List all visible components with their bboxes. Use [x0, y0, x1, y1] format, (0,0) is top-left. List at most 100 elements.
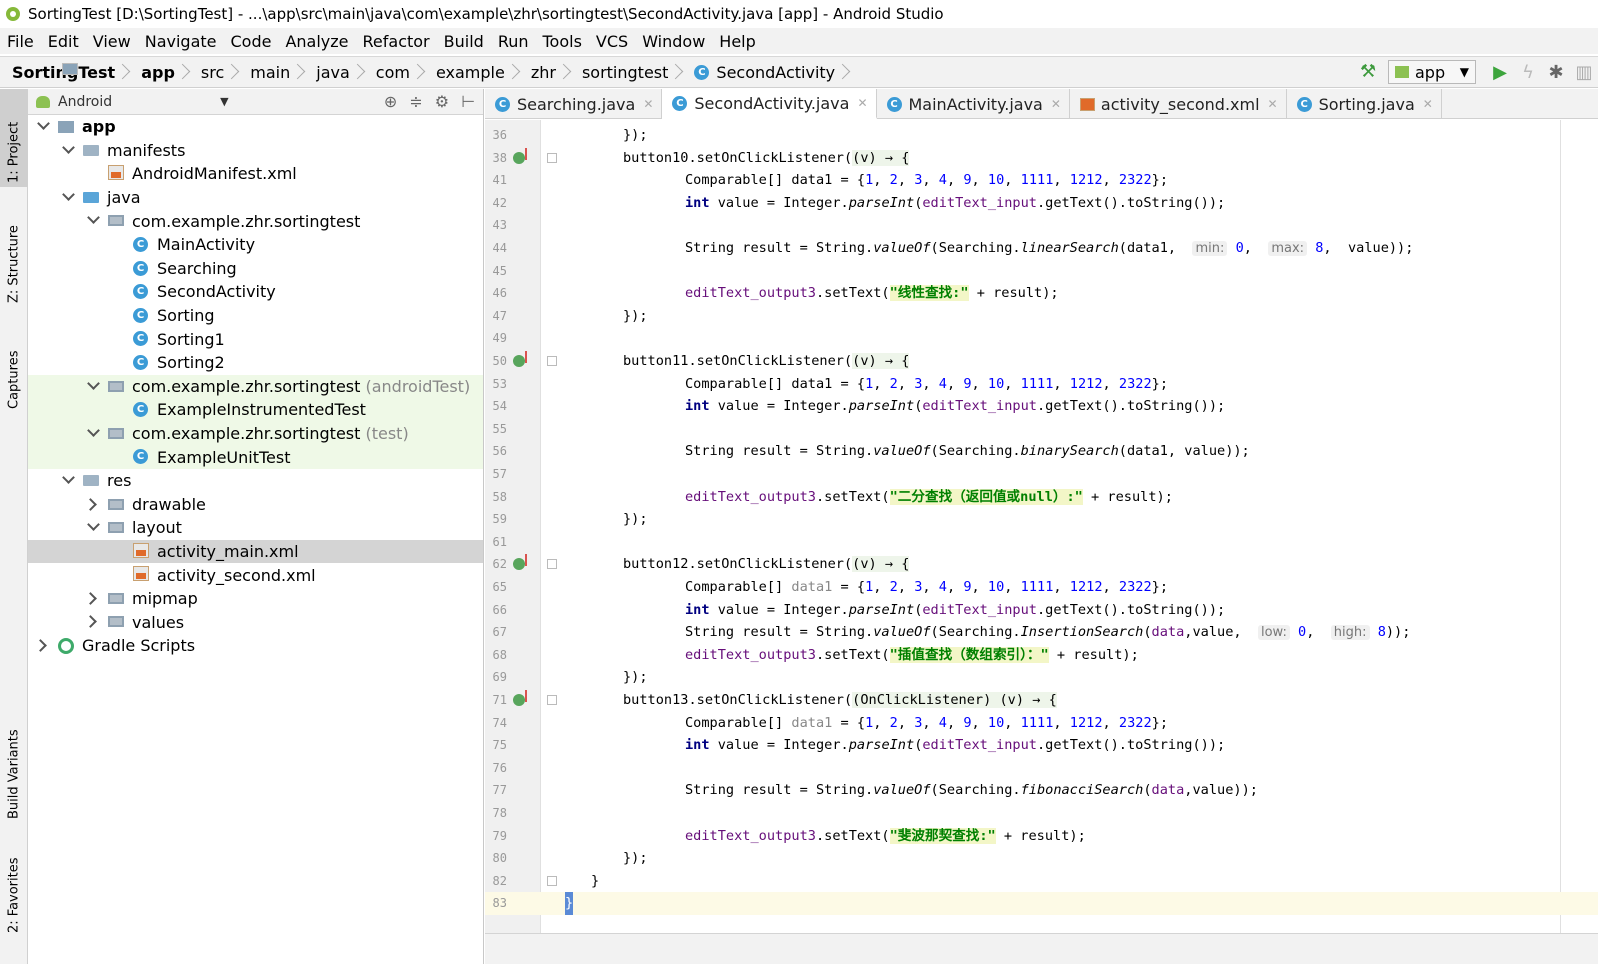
- menu-run[interactable]: Run: [491, 32, 536, 51]
- tree-item-androidmanifest-file[interactable]: AndroidManifest.xml: [28, 162, 483, 186]
- tab-searching-java[interactable]: C Searching.java ✕: [485, 89, 663, 119]
- tree-item-class-sorting2[interactable]: C Sorting2: [28, 351, 483, 375]
- breadcrumb-zhr[interactable]: zhr: [62, 57, 578, 87]
- code-line[interactable]: 47});: [485, 305, 1598, 328]
- close-icon[interactable]: ✕: [857, 96, 867, 110]
- close-icon[interactable]: ✕: [1423, 97, 1433, 111]
- build-hammer-icon[interactable]: ⚒: [1360, 62, 1380, 82]
- profiler-icon[interactable]: ▥: [1570, 62, 1598, 83]
- tree-item-class-sorting1[interactable]: C Sorting1: [28, 327, 483, 351]
- tree-item-class-mainactivity[interactable]: C MainActivity: [28, 233, 483, 257]
- tree-item-file-activity-second-xml[interactable]: activity_second.xml: [28, 563, 483, 587]
- code-line[interactable]: 83}: [485, 892, 1598, 915]
- tab-activity-second-xml[interactable]: activity_second.xml ✕: [1070, 89, 1287, 119]
- code-line[interactable]: 74 Comparable[] data1 = {1, 2, 3, 4, 9, 1…: [485, 712, 1598, 735]
- code-line[interactable]: 36});: [485, 124, 1598, 147]
- tree-item-class-exampleunittest[interactable]: C ExampleUnitTest: [28, 445, 483, 469]
- code-line[interactable]: 78: [485, 802, 1598, 825]
- tree-item-manifests-folder[interactable]: manifests: [28, 139, 483, 163]
- chevron-down-icon[interactable]: [88, 382, 98, 392]
- tree-item-class-searching[interactable]: C Searching: [28, 257, 483, 281]
- tree-item-file-activity-main-xml[interactable]: activity_main.xml: [28, 539, 483, 564]
- tree-item-res-folder[interactable]: res: [28, 469, 483, 493]
- tab-build-variants[interactable]: Build Variants: [0, 711, 28, 823]
- code-line[interactable]: 57: [485, 463, 1598, 486]
- breadcrumb-example[interactable]: example: [62, 57, 527, 87]
- code-line[interactable]: 38 button10.setOnClickListener((v) → {: [485, 147, 1598, 170]
- menu-tools[interactable]: Tools: [536, 32, 589, 51]
- tree-item-mipmap-folder[interactable]: mipmap: [28, 587, 483, 611]
- menu-file[interactable]: File: [0, 32, 41, 51]
- code-line[interactable]: 62 button12.setOnClickListener((v) → {: [485, 553, 1598, 576]
- chevron-right-icon[interactable]: [88, 594, 98, 604]
- close-icon[interactable]: ✕: [643, 97, 653, 111]
- menu-navigate[interactable]: Navigate: [138, 32, 224, 51]
- tree-item-app-module[interactable]: app: [28, 115, 483, 139]
- code-line[interactable]: 46 editText_output3.setText("线性查找:" + res…: [485, 282, 1598, 305]
- tab-structure[interactable]: Z: Structure: [0, 207, 28, 307]
- code-line[interactable]: 58 editText_output3.setText("二分查找（返回值或nul…: [485, 486, 1598, 509]
- code-line[interactable]: 82}: [485, 870, 1598, 893]
- code-line[interactable]: 76: [485, 757, 1598, 780]
- breadcrumb-com[interactable]: com: [62, 57, 432, 87]
- menu-window[interactable]: Window: [635, 32, 712, 51]
- chevron-down-icon[interactable]: [63, 193, 73, 203]
- code-line[interactable]: 66 int value = Integer.parseInt(editText_…: [485, 599, 1598, 622]
- run-icon[interactable]: ▶: [1486, 62, 1514, 83]
- breadcrumb-secondactivity[interactable]: C SecondActivity: [690, 57, 857, 87]
- code-line[interactable]: 59});: [485, 508, 1598, 531]
- menu-view[interactable]: View: [86, 32, 138, 51]
- chevron-down-icon[interactable]: [38, 122, 48, 132]
- code-line[interactable]: 61: [485, 531, 1598, 554]
- override-marker-icon[interactable]: [513, 351, 527, 367]
- tree-item-package-main[interactable]: com.example.zhr.sortingtest: [28, 209, 483, 233]
- code-line[interactable]: 77 String result = String.valueOf(Searchi…: [485, 779, 1598, 802]
- chevron-right-icon[interactable]: [38, 641, 48, 651]
- tree-item-class-exampleinstrumentedtest[interactable]: C ExampleInstrumentedTest: [28, 398, 483, 422]
- chevron-down-icon[interactable]: [88, 523, 98, 533]
- code-line[interactable]: 50 button11.setOnClickListener((v) → {: [485, 350, 1598, 373]
- run-config-select[interactable]: app ▼: [1388, 60, 1476, 84]
- code-line[interactable]: 69});: [485, 666, 1598, 689]
- close-icon[interactable]: ✕: [1051, 97, 1061, 111]
- tab-sorting-java[interactable]: C Sorting.java ✕: [1287, 89, 1442, 119]
- tree-item-drawable-folder[interactable]: drawable: [28, 493, 483, 517]
- tree-item-values-folder[interactable]: values: [28, 610, 483, 634]
- view-mode-select[interactable]: Android: [58, 94, 112, 110]
- breadcrumb-sortingtest-pkg[interactable]: sortingtest: [62, 57, 690, 87]
- hide-icon[interactable]: ⊢: [461, 92, 475, 111]
- tree-item-layout-folder[interactable]: layout: [28, 516, 483, 540]
- code-line[interactable]: 45: [485, 260, 1598, 283]
- locate-icon[interactable]: ⊕: [384, 92, 397, 111]
- code-line[interactable]: 53 Comparable[] data1 = {1, 2, 3, 4, 9, 1…: [485, 373, 1598, 396]
- breadcrumb-app[interactable]: app: [62, 57, 197, 87]
- menu-build[interactable]: Build: [437, 32, 491, 51]
- tab-favorites[interactable]: 2: Favorites: [0, 845, 28, 937]
- breadcrumb-main[interactable]: main: [62, 57, 312, 87]
- code-line[interactable]: 65 Comparable[] data1 = {1, 2, 3, 4, 9, 1…: [485, 576, 1598, 599]
- fold-toggle-icon[interactable]: [547, 695, 557, 705]
- breadcrumb-java[interactable]: java: [62, 57, 372, 87]
- tree-item-package-test[interactable]: com.example.zhr.sortingtest (test): [28, 421, 483, 446]
- code-line[interactable]: 43: [485, 214, 1598, 237]
- fold-toggle-icon[interactable]: [547, 559, 557, 570]
- gear-icon[interactable]: ⚙: [435, 92, 449, 111]
- menu-analyze[interactable]: Analyze: [278, 32, 355, 51]
- code-line[interactable]: 79 editText_output3.setText("斐波那契查找:" + r…: [485, 825, 1598, 848]
- tree-item-java-folder[interactable]: java: [28, 186, 483, 210]
- tree-item-package-androidtest[interactable]: com.example.zhr.sortingtest (androidTest…: [28, 374, 483, 399]
- close-icon[interactable]: ✕: [1268, 97, 1278, 111]
- code-line[interactable]: 68 editText_output3.setText("插值查找（数组索引）："…: [485, 644, 1598, 667]
- instant-run-icon[interactable]: ϟ: [1514, 62, 1542, 83]
- tab-captures[interactable]: Captures: [0, 327, 28, 413]
- code-line[interactable]: 75 int value = Integer.parseInt(editText_…: [485, 734, 1598, 757]
- debug-icon[interactable]: ✱: [1542, 62, 1570, 83]
- tree-item-class-secondactivity[interactable]: C SecondActivity: [28, 280, 483, 304]
- tab-project[interactable]: 1: Project: [0, 89, 28, 187]
- code-line[interactable]: 67 String result = String.valueOf(Searchi…: [485, 621, 1598, 644]
- tab-mainactivity-java[interactable]: C MainActivity.java ✕: [877, 89, 1070, 119]
- code-line[interactable]: 41 Comparable[] data1 = {1, 2, 3, 4, 9, 1…: [485, 169, 1598, 192]
- override-marker-icon[interactable]: [513, 147, 527, 164]
- chevron-down-icon[interactable]: [88, 216, 98, 226]
- code-line[interactable]: 42 int value = Integer.parseInt(editText_…: [485, 192, 1598, 215]
